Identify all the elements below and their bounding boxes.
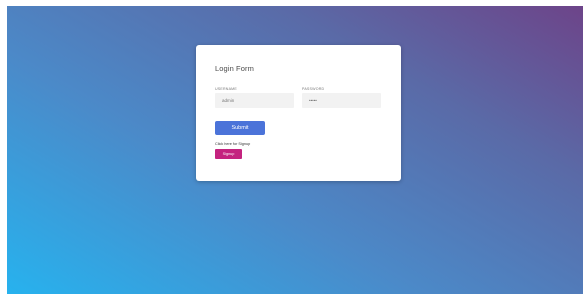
page-background: Login Form USERNAME admin PASSWORD •••••…	[7, 6, 583, 294]
username-input[interactable]: admin	[215, 93, 294, 108]
submit-button[interactable]: Submit	[215, 121, 265, 135]
password-label: PASSWORD	[302, 87, 325, 91]
username-label: USERNAME	[215, 87, 237, 91]
login-form-title: Login Form	[215, 64, 254, 73]
signup-hint: Click here for Signup	[215, 142, 251, 146]
signup-button[interactable]: Signup	[215, 149, 242, 159]
password-input[interactable]: •••••	[302, 93, 381, 108]
login-card: Login Form USERNAME admin PASSWORD •••••…	[196, 45, 401, 181]
